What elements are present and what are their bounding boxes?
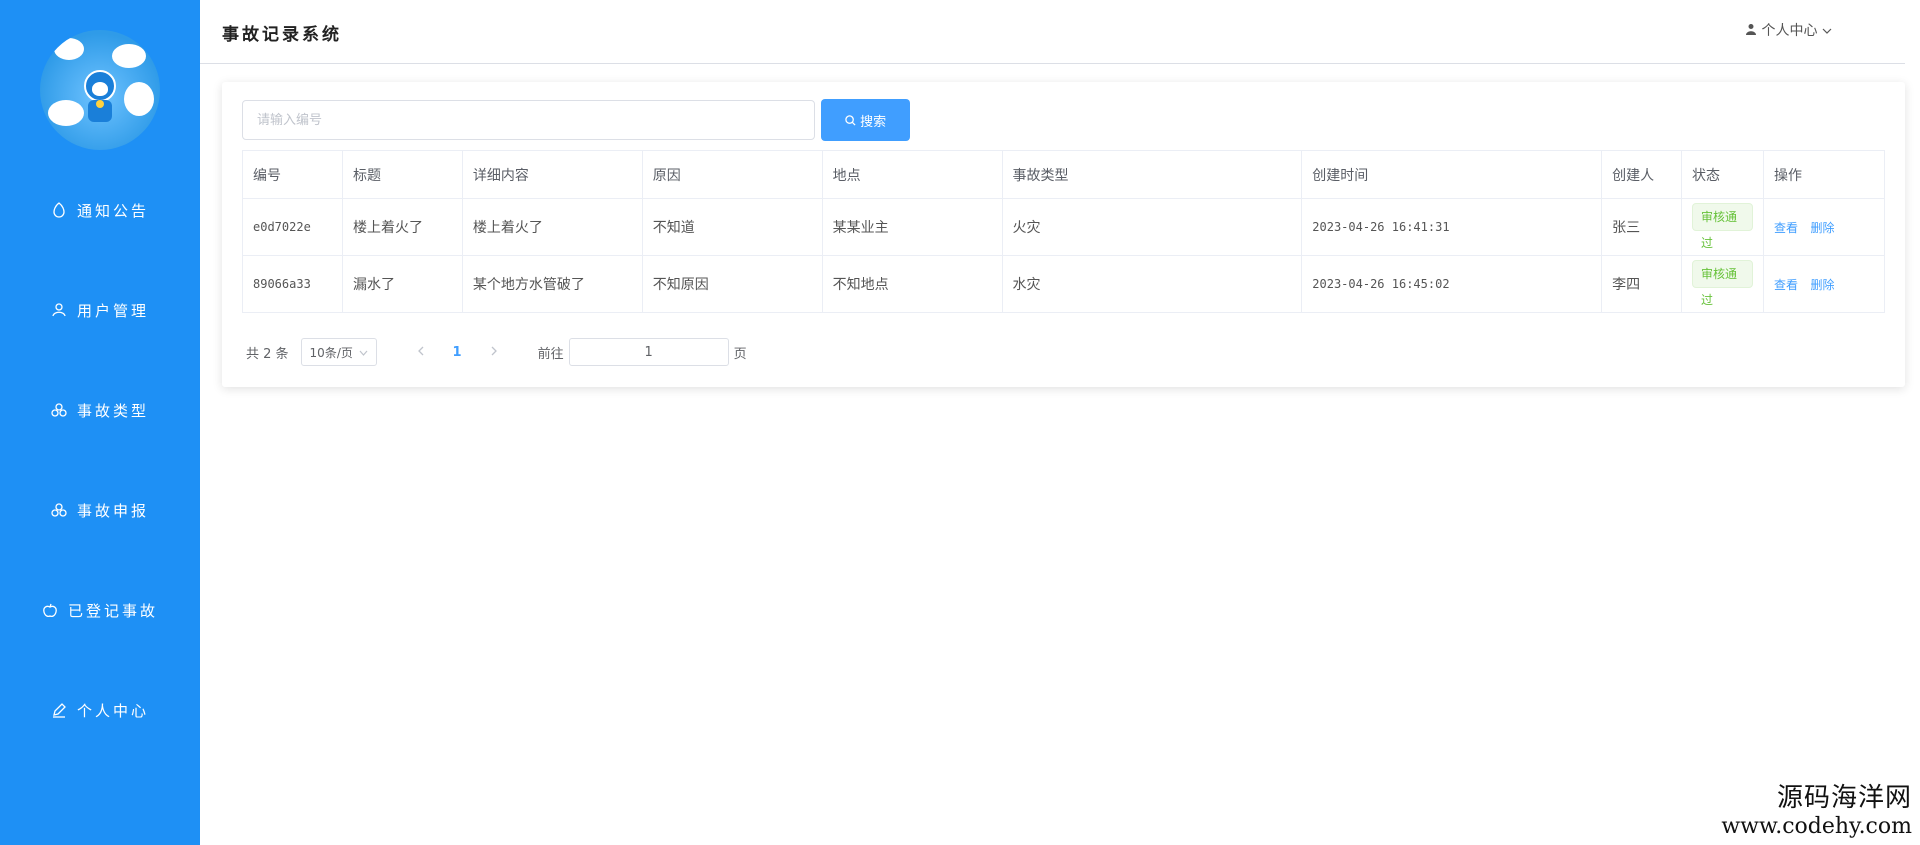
prev-page-icon[interactable] (417, 345, 425, 360)
column-header-id[interactable]: 编号 (242, 150, 343, 199)
user-center-label: 个人中心 (1761, 23, 1818, 39)
sidebar: 通知公告 用户管理 事故类型 事故申报 已登记事故 个人中心 (0, 0, 200, 845)
sidebar-item-users[interactable]: 用户管理 (0, 260, 200, 360)
column-header-detail[interactable]: 详细内容 (461, 150, 643, 199)
cell-detail: 某个地方水管破了 (461, 255, 643, 313)
cell-actions: 查看 删除 (1763, 198, 1885, 256)
page-title: 事故记录系统 (222, 25, 342, 45)
status-badge: 审核通过 (1692, 203, 1754, 250)
sidebar-item-label: 用户管理 (76, 301, 149, 320)
next-page-icon[interactable] (490, 345, 498, 360)
user-center-dropdown[interactable]: 个人中心 (1745, 20, 1832, 40)
bell-icon (51, 202, 67, 218)
avatar[interactable] (40, 30, 160, 150)
cell-actions: 查看 删除 (1763, 255, 1885, 313)
watermark-line2: www.codehy.com (1721, 814, 1912, 839)
cloud-decoration (124, 82, 154, 116)
cell-type: 火灾 (1001, 198, 1303, 256)
cell-title: 楼上着火了 (341, 198, 463, 256)
cell-reason: 不知道 (641, 198, 823, 256)
column-header-reason[interactable]: 原因 (641, 150, 823, 199)
goto-label: 前往 (537, 346, 564, 362)
sidebar-item-label: 已登记事故 (67, 601, 158, 620)
sidebar-item-profile[interactable]: 个人中心 (0, 660, 200, 760)
cell-created: 2023-04-26 16:45:02 (1301, 255, 1603, 313)
sidebar-item-accident-type[interactable]: 事故类型 (0, 360, 200, 460)
search-icon (845, 114, 860, 130)
cell-id: 89066a33 (242, 255, 343, 313)
accident-list-card: 搜索 编号 标题 详细内容 原因 地点 事故类型 创建时间 创建人 状态 操作 (222, 82, 1905, 387)
watermark: 源码海洋网 www.codehy.com (1721, 777, 1912, 839)
watermark-line1: 源码海洋网 (1776, 783, 1912, 813)
chevron-down-icon (359, 345, 368, 359)
users-icon (51, 302, 67, 318)
column-header-title[interactable]: 标题 (341, 150, 463, 199)
column-header-creator[interactable]: 创建人 (1601, 150, 1683, 199)
status-badge: 审核通过 (1692, 260, 1754, 307)
column-header-status[interactable]: 状态 (1681, 150, 1765, 199)
search-bar: 搜索 (242, 99, 910, 141)
cell-detail: 楼上着火了 (461, 198, 643, 256)
sidebar-item-registered-accidents[interactable]: 已登记事故 (0, 560, 200, 660)
sidebar-item-accident-report[interactable]: 事故申报 (0, 460, 200, 560)
cell-type: 水灾 (1001, 255, 1303, 313)
sidebar-item-notice[interactable]: 通知公告 (0, 160, 200, 260)
apple-icon (42, 602, 58, 618)
sidebar-item-label: 事故类型 (76, 401, 149, 420)
cell-reason: 不知原因 (641, 255, 823, 313)
page-number-current[interactable]: 1 (453, 345, 462, 360)
user-icon (1745, 23, 1761, 39)
cell-place: 某某业主 (821, 198, 1003, 256)
sidebar-menu: 通知公告 用户管理 事故类型 事故申报 已登记事故 个人中心 (0, 160, 200, 760)
column-header-actions: 操作 (1763, 150, 1885, 199)
page-size-select[interactable]: 10条/页 (300, 338, 377, 366)
cloud-decoration (112, 44, 146, 68)
doraemon-face (84, 70, 116, 102)
search-input[interactable] (242, 100, 815, 140)
delete-button[interactable]: 删除 (1810, 278, 1834, 292)
search-button-label: 搜索 (860, 114, 887, 130)
cell-title: 漏水了 (341, 255, 463, 313)
accident-table: 编号 标题 详细内容 原因 地点 事故类型 创建时间 创建人 状态 操作 e0d… (242, 150, 1885, 313)
edit-icon (51, 702, 67, 718)
header-divider (200, 63, 1905, 64)
page-size-value: 10条/页 (309, 345, 353, 360)
cluster-icon (51, 402, 67, 418)
top-header: 事故记录系统 个人中心 (200, 0, 1920, 64)
pagination-total: 共 2 条 (246, 346, 289, 362)
column-header-created[interactable]: 创建时间 (1301, 150, 1603, 199)
doraemon-bell (96, 100, 104, 108)
search-button[interactable]: 搜索 (821, 99, 910, 141)
cell-id: e0d7022e (242, 198, 343, 256)
cluster-icon (51, 502, 67, 518)
cell-creator: 李四 (1601, 255, 1683, 313)
delete-button[interactable]: 删除 (1810, 221, 1834, 235)
cell-created: 2023-04-26 16:41:31 (1301, 198, 1603, 256)
column-header-place[interactable]: 地点 (821, 150, 1003, 199)
table-row[interactable]: 89066a33 漏水了 某个地方水管破了 不知原因 不知地点 水灾 2023-… (242, 255, 1885, 313)
pagination: 共 2 条 10条/页 1 前往 页 (246, 338, 747, 366)
view-button[interactable]: 查看 (1774, 278, 1798, 292)
cloud-decoration (48, 100, 84, 126)
chevron-down-icon (1822, 23, 1832, 39)
cell-creator: 张三 (1601, 198, 1683, 256)
column-header-type[interactable]: 事故类型 (1001, 150, 1303, 199)
sidebar-item-label: 个人中心 (76, 701, 149, 720)
cell-status: 审核通过 (1681, 255, 1765, 313)
cloud-decoration (54, 38, 84, 60)
table-header-row: 编号 标题 详细内容 原因 地点 事故类型 创建时间 创建人 状态 操作 (242, 150, 1885, 199)
sidebar-item-label: 通知公告 (76, 201, 149, 220)
sidebar-item-label: 事故申报 (76, 501, 149, 520)
cell-status: 审核通过 (1681, 198, 1765, 256)
goto-suffix: 页 (733, 346, 747, 362)
table-row[interactable]: e0d7022e 楼上着火了 楼上着火了 不知道 某某业主 火灾 2023-04… (242, 198, 1885, 256)
view-button[interactable]: 查看 (1774, 221, 1798, 235)
goto-page-input[interactable] (568, 338, 729, 366)
cell-place: 不知地点 (821, 255, 1003, 313)
